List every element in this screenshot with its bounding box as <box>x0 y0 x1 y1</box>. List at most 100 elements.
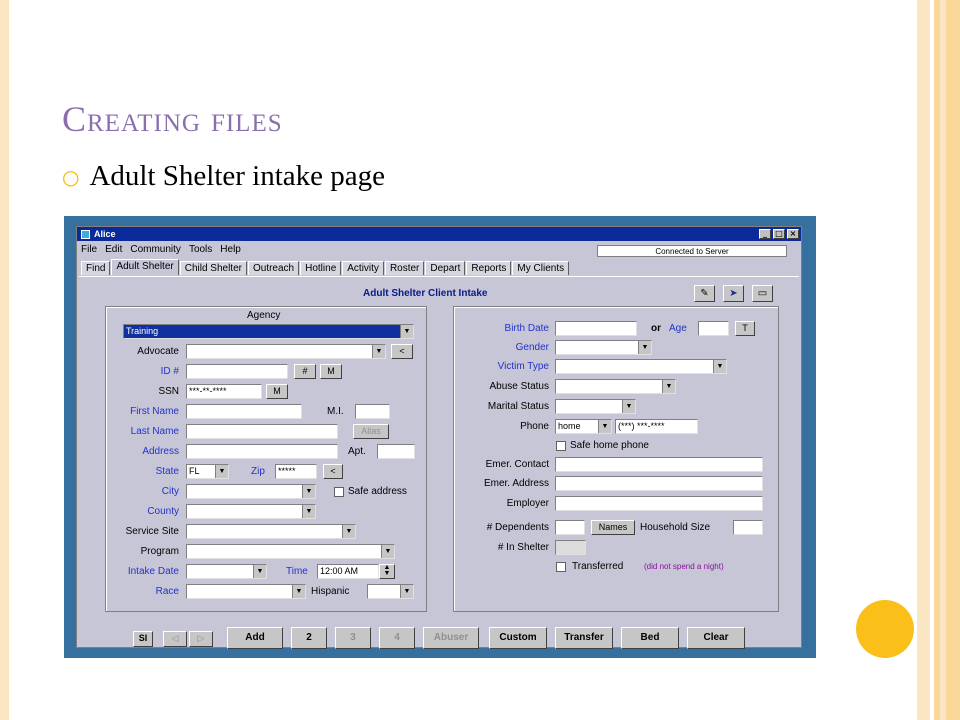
send-arrow-icon[interactable]: ➤ <box>723 285 744 302</box>
marital-status-select[interactable]: ▼ <box>555 399 636 414</box>
menu-help[interactable]: Help <box>220 244 241 258</box>
apt-field[interactable] <box>377 444 415 459</box>
tab-activity[interactable]: Activity <box>342 261 384 275</box>
phone-type-select[interactable]: home ▼ <box>555 419 612 434</box>
city-select[interactable]: ▼ <box>186 484 316 499</box>
ssn-m-button[interactable]: M <box>266 384 288 399</box>
chevron-down-icon[interactable]: ▼ <box>638 341 651 354</box>
time-spinner-icon[interactable]: ▲ ▼ <box>379 564 395 579</box>
chevron-down-icon[interactable]: ▼ <box>662 380 675 393</box>
state-label: State <box>155 466 179 477</box>
mi-field[interactable] <box>355 404 390 419</box>
hispanic-select[interactable]: ▼ <box>367 584 414 599</box>
menu-community[interactable]: Community <box>130 244 181 258</box>
tab-depart[interactable]: Depart <box>425 261 466 275</box>
program-select[interactable]: ▼ <box>186 544 395 559</box>
victim-type-select[interactable]: ▼ <box>555 359 727 374</box>
title-bar: Alice _ □ × <box>77 227 801 241</box>
next-record-icon[interactable]: ▷ <box>189 631 213 647</box>
in-shelter-label: # In Shelter <box>497 542 549 553</box>
chevron-down-icon[interactable]: ▼ <box>302 505 315 518</box>
tab-find[interactable]: Find <box>81 261 111 275</box>
edit-pencil-icon[interactable]: ✎ <box>694 285 715 302</box>
page-2-button[interactable]: 2 <box>291 627 327 649</box>
card-icon[interactable]: ▭ <box>752 285 773 302</box>
menu-file[interactable]: File <box>81 244 97 258</box>
age-field[interactable] <box>698 321 729 336</box>
bullet-text: Adult Shelter intake page <box>89 160 386 192</box>
chevron-down-icon[interactable]: ▼ <box>372 345 385 358</box>
advocate-back-button[interactable]: < <box>391 344 413 359</box>
chevron-down-icon[interactable]: ▼ <box>253 565 266 578</box>
tab-adult-shelter[interactable]: Adult Shelter <box>111 259 179 275</box>
intake-date-select[interactable]: ▼ <box>186 564 267 579</box>
chevron-down-icon[interactable]: ▼ <box>598 420 611 433</box>
abuse-status-select[interactable]: ▼ <box>555 379 676 394</box>
chevron-down-icon[interactable]: ▼ <box>381 545 394 558</box>
first-name-field[interactable] <box>186 404 302 419</box>
maximize-icon[interactable]: □ <box>773 229 785 239</box>
phone-field[interactable]: (***) ***-**** <box>615 419 698 434</box>
race-select[interactable]: ▼ <box>186 584 306 599</box>
dependents-field[interactable] <box>555 520 585 535</box>
add-button[interactable]: Add <box>227 627 283 649</box>
emer-address-label: Emer. Address <box>483 478 549 489</box>
chevron-down-icon[interactable]: ▼ <box>400 585 413 598</box>
last-name-field[interactable] <box>186 424 338 439</box>
tab-child-shelter[interactable]: Child Shelter <box>179 261 247 275</box>
chevron-down-icon[interactable]: ▼ <box>215 465 228 478</box>
age-t-button[interactable]: T <box>735 321 755 336</box>
tab-reports[interactable]: Reports <box>466 261 512 275</box>
alias-button[interactable]: Alias <box>353 424 389 439</box>
tab-hotline[interactable]: Hotline <box>300 261 342 275</box>
chevron-down-icon[interactable]: ▼ <box>342 525 355 538</box>
county-select[interactable]: ▼ <box>186 504 316 519</box>
si-button[interactable]: SI <box>133 631 153 647</box>
tab-roster[interactable]: Roster <box>384 261 425 275</box>
id-field[interactable] <box>186 364 288 379</box>
transfer-button[interactable]: Transfer <box>555 627 613 649</box>
state-select[interactable]: FL ▼ <box>186 464 229 479</box>
advocate-select[interactable]: ▼ <box>186 344 386 359</box>
menu-tools[interactable]: Tools <box>189 244 212 258</box>
safe-home-phone-checkbox[interactable] <box>556 441 566 451</box>
first-name-label: First Name <box>130 406 179 417</box>
clear-button[interactable]: Clear <box>687 627 745 649</box>
time-field[interactable]: 12:00 AM <box>317 564 379 579</box>
or-label: or <box>651 323 661 334</box>
gender-select[interactable]: ▼ <box>555 340 652 355</box>
chevron-down-icon[interactable]: ▼ <box>622 400 635 413</box>
zip-field[interactable]: ***** <box>275 464 317 479</box>
chevron-down-icon[interactable]: ▼ <box>292 585 305 598</box>
employer-field[interactable] <box>555 496 763 511</box>
chevron-down-icon[interactable]: ▼ <box>400 325 413 338</box>
id-m-button[interactable]: M <box>320 364 342 379</box>
zip-back-button[interactable]: < <box>323 464 343 479</box>
safe-address-checkbox[interactable] <box>334 487 344 497</box>
transferred-checkbox[interactable] <box>556 562 566 572</box>
menu-edit[interactable]: Edit <box>105 244 122 258</box>
ssn-label: SSN <box>158 386 179 397</box>
chevron-down-icon[interactable]: ▼ <box>302 485 315 498</box>
birth-date-field[interactable] <box>555 321 637 336</box>
chevron-down-icon[interactable]: ▼ <box>713 360 726 373</box>
close-icon[interactable]: × <box>787 229 799 239</box>
minimize-icon[interactable]: _ <box>759 229 771 239</box>
bed-button[interactable]: Bed <box>621 627 679 649</box>
agency-select[interactable]: Training ▼ <box>123 324 414 339</box>
page-4-button[interactable]: 4 <box>379 627 415 649</box>
tab-my-clients[interactable]: My Clients <box>512 261 570 275</box>
tab-outreach[interactable]: Outreach <box>247 261 300 275</box>
emer-address-field[interactable] <box>555 476 763 491</box>
service-site-select[interactable]: ▼ <box>186 524 356 539</box>
abuser-button[interactable]: Abuser <box>423 627 479 649</box>
page-3-button[interactable]: 3 <box>335 627 371 649</box>
custom-button[interactable]: Custom <box>489 627 547 649</box>
id-hash-button[interactable]: # <box>294 364 316 379</box>
ssn-field[interactable]: ***-**-**** <box>186 384 262 399</box>
emer-contact-field[interactable] <box>555 457 763 472</box>
household-size-field[interactable] <box>733 520 763 535</box>
address-field[interactable] <box>186 444 338 459</box>
prev-record-icon[interactable]: ◁ <box>163 631 187 647</box>
names-button[interactable]: Names <box>591 520 635 535</box>
